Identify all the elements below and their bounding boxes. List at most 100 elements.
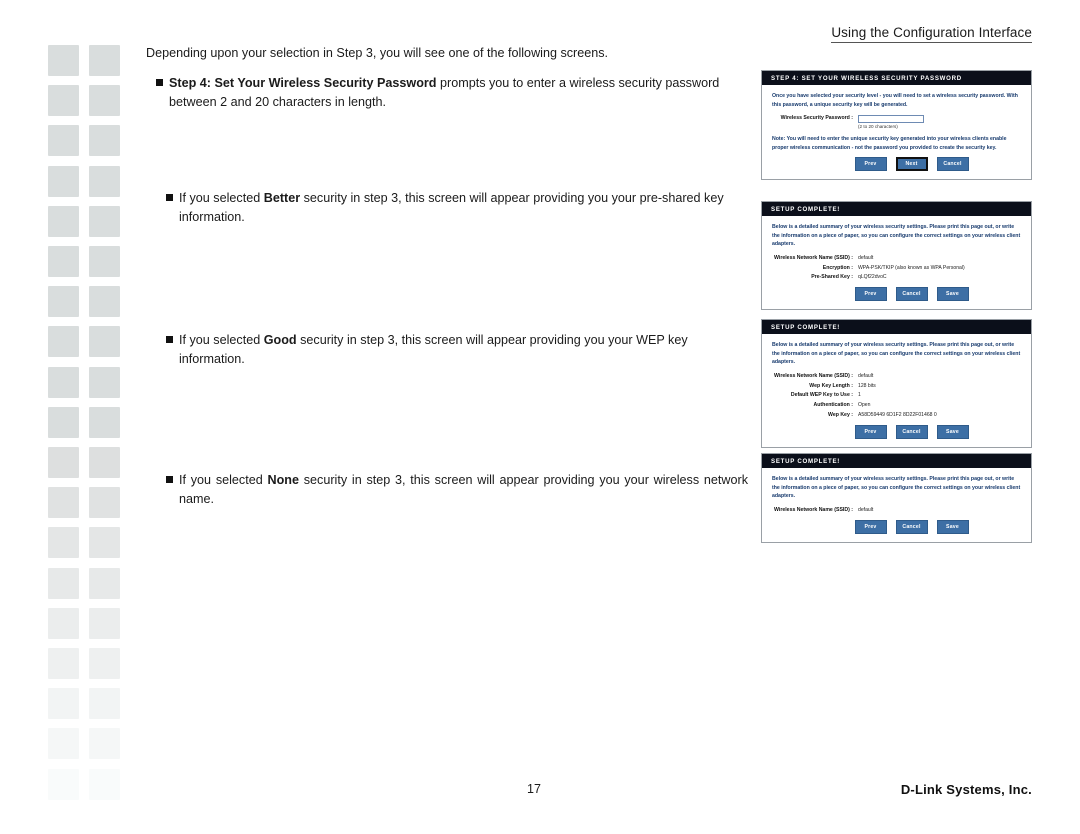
field-label: Wireless Network Name (SSID) : — [774, 254, 853, 261]
summary-row: Wep Key Length : 128 bits — [772, 383, 1021, 391]
field-value: 128 bits — [858, 382, 876, 389]
page-header: Using the Configuration Interface — [831, 25, 1032, 43]
margin-mark — [89, 366, 120, 398]
margin-mark — [89, 487, 120, 519]
bullet-good-pre: If you selected — [179, 333, 264, 347]
field-label: Default WEP Key to Use : — [790, 392, 853, 399]
screenshot-description: Below is a detailed summary of your wire… — [772, 476, 1021, 500]
bullet-good: If you selected Good security in step 3,… — [156, 331, 748, 369]
intro-paragraph: Depending upon your selection in Step 3,… — [146, 46, 609, 60]
page-body: Depending upon your selection in Step 3,… — [146, 44, 748, 506]
button-row: Prev Next Cancel — [772, 157, 1021, 172]
margin-mark — [48, 85, 79, 117]
field-value: default — [858, 254, 874, 261]
margin-mark — [89, 326, 120, 358]
margin-mark — [89, 85, 120, 117]
margin-mark — [89, 125, 120, 157]
margin-mark — [89, 768, 120, 800]
bullet-square-icon — [166, 336, 173, 343]
bullet-step4: Step 4: Set Your Wireless Security Passw… — [146, 74, 746, 112]
margin-mark — [48, 366, 79, 398]
bullet-square-icon — [166, 476, 173, 483]
field-value: A58D59449 6D1F2 8D22F01468 0 — [858, 411, 937, 418]
margin-mark — [89, 728, 120, 760]
footer-brand: D-Link Systems, Inc. — [900, 782, 1032, 797]
button-row: Prev Cancel Save — [772, 287, 1021, 302]
field-label: Authentication : — [813, 402, 853, 409]
margin-mark — [89, 165, 120, 197]
margin-mark — [48, 406, 79, 438]
button-row: Prev Cancel Save — [772, 519, 1021, 534]
margin-mark — [89, 45, 120, 76]
field-value: default — [858, 506, 874, 513]
password-label: Wireless Security Password : — [780, 115, 853, 122]
screenshot-setup-complete-wep: SETUP COMPLETE! Below is a detailed summ… — [761, 319, 1032, 448]
margin-mark — [48, 286, 79, 318]
password-field-row: Wireless Security Password : (2 to 20 ch… — [772, 115, 1021, 129]
summary-row: Wireless Network Name (SSID) : default — [772, 255, 1021, 263]
screenshot-setup-complete-wpa: SETUP COMPLETE! Below is a detailed summ… — [761, 201, 1032, 311]
cancel-button[interactable]: Cancel — [936, 157, 969, 172]
bullet-none-pre: If you selected — [179, 473, 268, 487]
prev-button[interactable]: Prev — [854, 287, 887, 302]
screenshot-title-bar: SETUP COMPLETE! — [762, 202, 1031, 216]
prev-button[interactable]: Prev — [854, 519, 887, 534]
bullet-better-bold: Better — [263, 191, 301, 205]
margin-mark — [89, 527, 120, 559]
margin-mark — [48, 125, 79, 157]
screenshot-setup-complete-none: SETUP COMPLETE! Below is a detailed summ… — [761, 453, 1032, 543]
field-value: qLQf22dvoC — [858, 274, 887, 281]
margin-mark — [89, 246, 120, 277]
bullet-none: If you selected None security in step 3,… — [156, 471, 748, 509]
margin-mark — [89, 648, 120, 679]
margin-mark — [48, 648, 79, 679]
prev-button[interactable]: Prev — [854, 157, 887, 172]
field-label: Wireless Network Name (SSID) : — [774, 372, 853, 379]
screenshot-description: Below is a detailed summary of your wire… — [772, 224, 1021, 248]
screenshot-description: Below is a detailed summary of your wire… — [772, 342, 1021, 366]
margin-mark — [89, 406, 120, 438]
summary-row: Pre-Shared Key : qLQf22dvoC — [772, 274, 1021, 282]
margin-mark — [48, 487, 79, 519]
screenshot-title-bar: SETUP COMPLETE! — [762, 454, 1031, 468]
password-hint: (2 to 20 characters) — [858, 124, 898, 130]
save-button[interactable]: Save — [936, 424, 969, 439]
field-label: Wep Key Length : — [809, 382, 853, 389]
margin-mark — [48, 567, 79, 599]
bullet-square-icon — [156, 79, 163, 86]
screenshot-step4-password: STEP 4: SET YOUR WIRELESS SECURITY PASSW… — [761, 70, 1032, 181]
next-button[interactable]: Next — [895, 157, 928, 172]
screenshot-title-bar: STEP 4: SET YOUR WIRELESS SECURITY PASSW… — [762, 71, 1031, 85]
field-label: Wep Key : — [828, 411, 853, 418]
margin-mark — [48, 688, 79, 720]
margin-mark — [89, 447, 120, 478]
field-label: Wireless Network Name (SSID) : — [774, 506, 853, 513]
bullet-better: If you selected Better security in step … — [156, 189, 748, 227]
cancel-button[interactable]: Cancel — [895, 424, 928, 439]
cancel-button[interactable]: Cancel — [895, 519, 928, 534]
margin-mark — [48, 527, 79, 559]
margin-mark — [48, 165, 79, 197]
margin-mark — [48, 728, 79, 760]
margin-mark — [48, 768, 79, 800]
field-value: 1 — [858, 392, 861, 399]
summary-row: Wireless Network Name (SSID) : default — [772, 507, 1021, 515]
prev-button[interactable]: Prev — [854, 424, 887, 439]
margin-decoration — [48, 45, 120, 805]
margin-mark — [48, 45, 79, 76]
screenshot-title-bar: SETUP COMPLETE! — [762, 320, 1031, 334]
save-button[interactable]: Save — [936, 519, 969, 534]
cancel-button[interactable]: Cancel — [895, 287, 928, 302]
wireless-security-password-input[interactable] — [858, 115, 924, 124]
screenshot-description: Once you have selected your security lev… — [772, 93, 1018, 108]
button-row: Prev Cancel Save — [772, 424, 1021, 439]
margin-mark — [48, 607, 79, 639]
margin-mark — [89, 567, 120, 599]
margin-mark — [89, 688, 120, 720]
bullet-good-bold: Good — [263, 333, 297, 347]
bullet-none-bold: None — [267, 473, 299, 487]
margin-mark — [89, 205, 120, 237]
bullet-better-pre: If you selected — [179, 191, 264, 205]
summary-row: Default WEP Key to Use : 1 — [772, 392, 1021, 400]
save-button[interactable]: Save — [936, 287, 969, 302]
